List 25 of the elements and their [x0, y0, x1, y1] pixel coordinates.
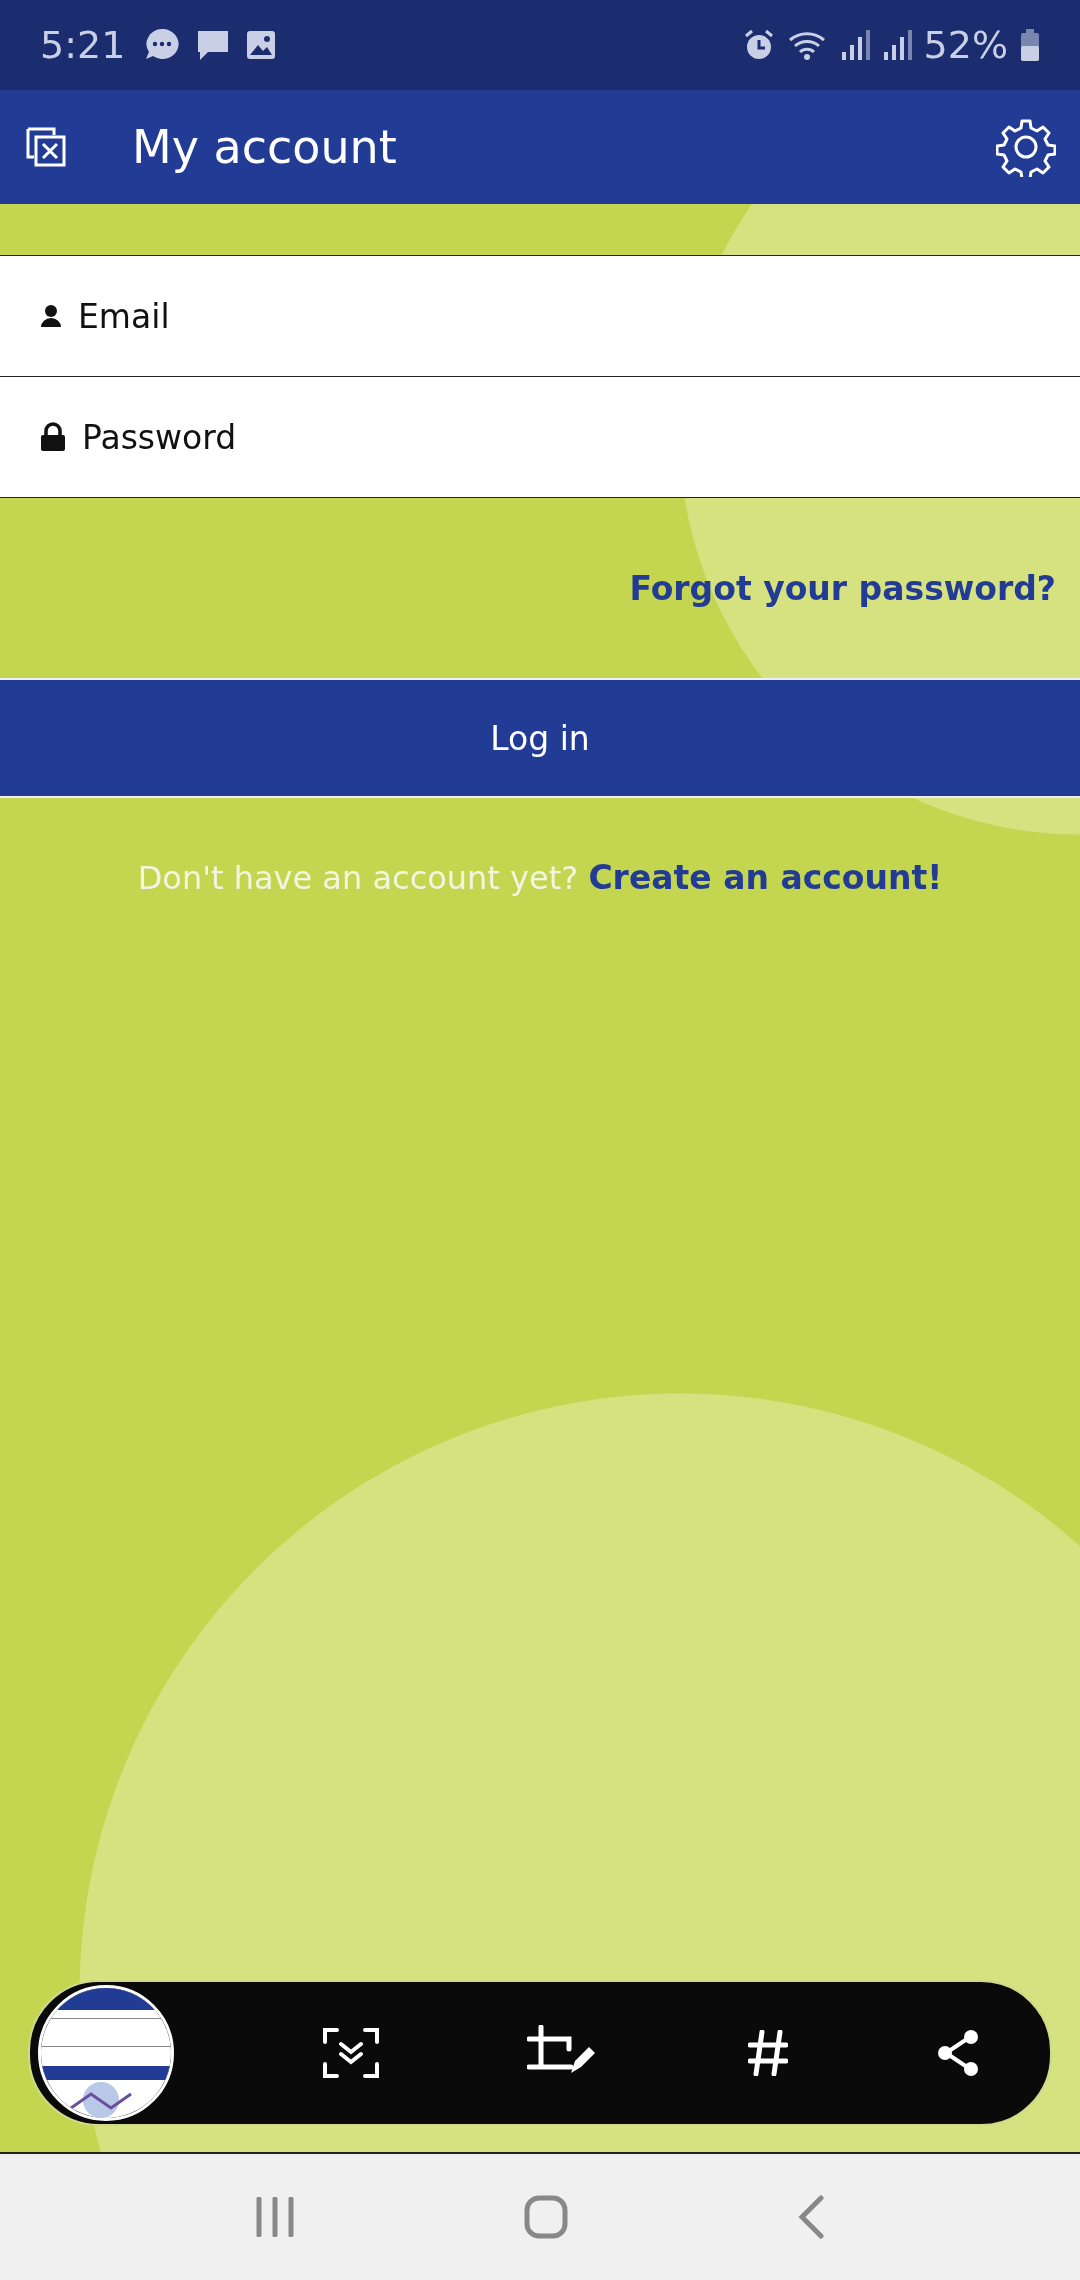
person-icon	[40, 304, 62, 328]
create-account-link[interactable]: Create an account!	[588, 858, 943, 897]
login-button[interactable]: Log in	[0, 678, 1080, 798]
email-field[interactable]: Email	[0, 255, 1080, 376]
app-title: My account	[132, 120, 397, 174]
scroll-capture-icon[interactable]	[322, 2028, 379, 2078]
settings-icon[interactable]	[996, 117, 1056, 177]
signal-icon	[839, 28, 870, 62]
email-input[interactable]: Email	[76, 295, 1040, 337]
image-icon	[245, 29, 278, 61]
hashtag-icon[interactable]	[747, 2030, 788, 2076]
status-time: 5:21	[40, 23, 126, 67]
signup-prompt: Don't have an account yet? Create an account!	[136, 858, 944, 897]
recent-apps-icon[interactable]	[254, 2197, 295, 2237]
password-input[interactable]: Password	[80, 416, 1040, 458]
battery-percentage: 52%	[923, 23, 1008, 67]
home-icon[interactable]	[524, 2195, 568, 2239]
battery-icon	[1020, 28, 1040, 62]
share-icon[interactable]	[936, 2029, 980, 2077]
signal-icon	[881, 28, 912, 62]
forgot-password-link[interactable]: Forgot your password?	[629, 568, 1056, 608]
close-window-icon[interactable]	[24, 125, 68, 169]
password-field[interactable]: Password	[0, 376, 1080, 498]
back-icon[interactable]	[797, 2195, 826, 2239]
lock-icon	[40, 422, 66, 452]
